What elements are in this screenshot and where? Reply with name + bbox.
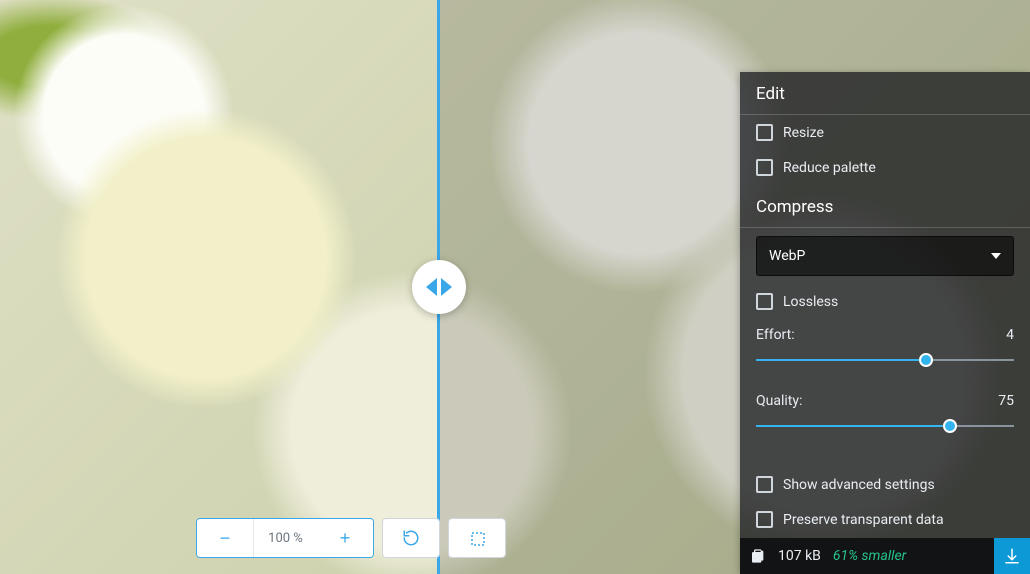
edit-section-title: Edit — [740, 72, 1030, 114]
clipboard-icon — [750, 547, 766, 565]
effort-label: Effort: — [756, 327, 795, 343]
format-select[interactable]: WebP — [756, 236, 1014, 276]
reduce-palette-label: Reduce palette — [783, 160, 876, 176]
divider — [740, 227, 1030, 228]
advanced-row[interactable]: Show advanced settings — [740, 467, 1030, 502]
output-size: 107 kB — [778, 548, 821, 564]
background-group — [448, 518, 506, 558]
reduce-palette-row[interactable]: Reduce palette — [740, 150, 1030, 185]
zoom-group: − 100 % + — [196, 518, 374, 558]
rotate-button[interactable] — [383, 519, 439, 557]
chevron-down-icon — [991, 253, 1001, 259]
savings-label: 61% smaller — [833, 548, 906, 564]
copy-to-clipboard-button[interactable] — [750, 547, 766, 565]
lossless-label: Lossless — [783, 294, 838, 310]
quality-label: Quality: — [756, 393, 802, 409]
toggle-background-button[interactable] — [449, 519, 505, 557]
quality-value: 75 — [998, 393, 1014, 409]
arrow-left-icon — [426, 278, 437, 296]
effort-slider-row: Effort: 4 — [740, 319, 1030, 371]
format-selected-label: WebP — [769, 248, 805, 264]
rotate-group — [382, 518, 440, 558]
advanced-checkbox[interactable] — [756, 476, 773, 493]
resize-row[interactable]: Resize — [740, 115, 1030, 150]
reduce-palette-checkbox[interactable] — [756, 159, 773, 176]
compare-divider[interactable] — [437, 0, 440, 574]
rotate-icon — [402, 529, 420, 547]
lossless-row[interactable]: Lossless — [740, 284, 1030, 319]
download-icon — [1003, 547, 1021, 565]
advanced-label: Show advanced settings — [783, 477, 935, 493]
compress-section-title: Compress — [740, 185, 1030, 227]
zoom-toolbar: − 100 % + — [196, 518, 506, 558]
quality-slider-row: Quality: 75 — [740, 385, 1030, 437]
effort-value: 4 — [1006, 327, 1014, 343]
quality-slider-thumb[interactable] — [943, 419, 957, 433]
download-button[interactable] — [994, 538, 1030, 574]
resize-checkbox[interactable] — [756, 124, 773, 141]
quality-slider[interactable] — [756, 417, 1014, 435]
effort-slider[interactable] — [756, 351, 1014, 369]
resize-label: Resize — [783, 125, 824, 141]
zoom-level-label: 100 % — [253, 519, 317, 557]
image-compare-stage: − 100 % + Edit Resize — [0, 0, 1030, 574]
preserve-checkbox[interactable] — [756, 511, 773, 528]
preserve-label: Preserve transparent data — [783, 512, 944, 528]
options-panel: Edit Resize Reduce palette Compress WebP… — [740, 72, 1030, 574]
arrow-right-icon — [441, 278, 452, 296]
compare-handle[interactable] — [412, 260, 466, 314]
zoom-in-button[interactable]: + — [317, 519, 373, 557]
result-footer: 107 kB 61% smaller — [740, 538, 1030, 574]
effort-slider-thumb[interactable] — [919, 353, 933, 367]
lossless-checkbox[interactable] — [756, 293, 773, 310]
transparency-grid-icon — [469, 530, 485, 546]
zoom-out-button[interactable]: − — [197, 519, 253, 557]
